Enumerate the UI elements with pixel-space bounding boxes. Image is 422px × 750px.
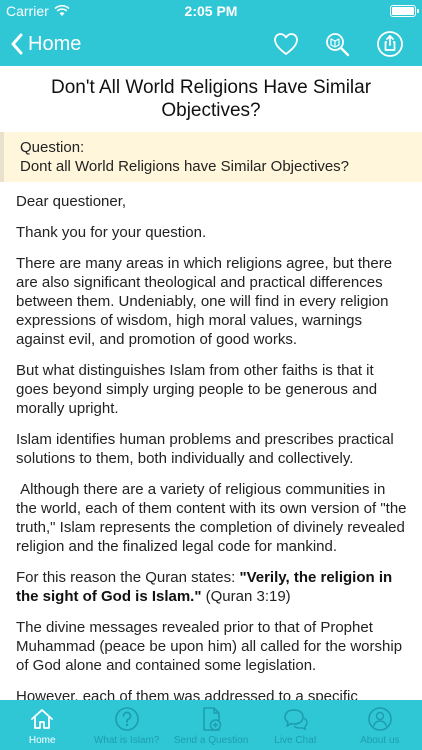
chevron-left-icon [11, 33, 23, 55]
status-bar: Carrier 2:05 PM [0, 0, 422, 22]
tab-live-chat[interactable]: Live Chat [253, 700, 337, 750]
answer-body: Dear questioner, Thank you for your ques… [16, 192, 408, 718]
chat-icon [284, 709, 309, 731]
answer-paragraph: But what distinguishes Islam from other … [16, 362, 378, 417]
answer-paragraph: There are many areas in which religions … [16, 255, 393, 348]
home-icon [31, 709, 54, 729]
status-time: 2:05 PM [184, 3, 238, 19]
tab-label: Send a Question [173, 735, 249, 746]
question-label: Question: [20, 139, 85, 156]
question-text: Dont all World Religions have Similar Ob… [20, 158, 350, 175]
page-title: Don't All World Religions Have Similar O… [50, 77, 372, 121]
back-label: Home [28, 32, 82, 55]
quran-reference: (Quran 3:19) [201, 588, 291, 605]
tab-about-us[interactable]: About us [338, 700, 422, 750]
tab-send-question[interactable]: Send a Question [169, 700, 253, 750]
question-icon [114, 707, 139, 731]
about-icon [368, 707, 392, 731]
send-question-icon [203, 707, 222, 731]
tab-home[interactable]: Home [0, 700, 84, 750]
question-box: Question: Dont all World Religions have … [0, 132, 422, 182]
tab-what-is-islam[interactable]: What is Islam? [84, 700, 168, 750]
answer-paragraph: Although there are a variety of religiou… [16, 481, 411, 555]
share-icon[interactable] [376, 30, 404, 58]
search-quran-icon[interactable] [323, 30, 351, 58]
navigation-bar: Home [0, 22, 422, 66]
answer-paragraph: Dear questioner, [16, 193, 127, 210]
tab-label: What is Islam? [93, 735, 160, 746]
tab-bar: Home What is Islam? Send a Question Live… [0, 700, 422, 750]
tab-label: About us [360, 735, 400, 746]
tab-label: Home [28, 735, 56, 746]
back-button[interactable]: Home [10, 30, 81, 58]
answer-paragraph: Thank you for your question. [16, 224, 207, 241]
quran-intro: For this reason the Quran states: [16, 569, 240, 586]
battery-icon [390, 5, 419, 17]
heart-icon[interactable] [272, 30, 300, 58]
answer-paragraph: The divine messages revealed prior to th… [16, 619, 403, 674]
tab-label: Live Chat [274, 735, 317, 746]
answer-paragraph-quran: For this reason the Quran states: "Veril… [16, 568, 408, 606]
answer-paragraph: Islam identifies human problems and pres… [16, 431, 394, 467]
